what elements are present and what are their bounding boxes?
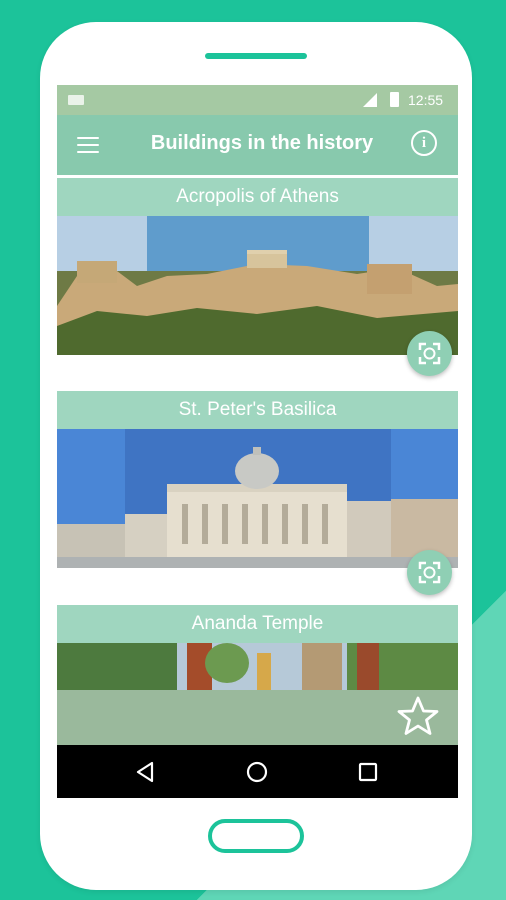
app-toolbar: Buildings in the history i bbox=[57, 115, 458, 175]
status-bar: 12:55 bbox=[57, 85, 458, 115]
system-nav-bar bbox=[57, 745, 458, 798]
building-card-acropolis[interactable]: Acropolis of Athens bbox=[57, 178, 458, 376]
card-title: Ananda Temple bbox=[57, 605, 458, 643]
phone-speaker bbox=[205, 53, 307, 59]
signal-icon bbox=[363, 93, 377, 107]
ananda-temple-image bbox=[57, 643, 458, 690]
card-title: St. Peter's Basilica bbox=[57, 391, 458, 429]
circle-home-icon[interactable] bbox=[244, 759, 270, 785]
fullscreen-button[interactable] bbox=[407, 550, 452, 595]
app-screen: 12:55 Buildings in the history i Acropol… bbox=[57, 85, 458, 798]
fullscreen-button[interactable] bbox=[407, 331, 452, 376]
building-card-st-peters[interactable]: St. Peter's Basilica bbox=[57, 391, 458, 595]
bottom-action-bar bbox=[57, 690, 458, 745]
notification-icon bbox=[68, 95, 84, 105]
hamburger-menu-icon[interactable] bbox=[77, 137, 99, 153]
acropolis-image bbox=[57, 216, 458, 355]
phone-home-button bbox=[208, 819, 304, 853]
status-time: 12:55 bbox=[408, 92, 444, 108]
building-card-ananda[interactable]: Ananda Temple bbox=[57, 605, 458, 690]
fullscreen-corners-icon bbox=[418, 342, 441, 365]
info-icon[interactable]: i bbox=[411, 130, 437, 156]
fullscreen-corners-icon bbox=[418, 561, 441, 584]
star-outline-icon[interactable] bbox=[396, 695, 440, 739]
st-peters-basilica-image bbox=[57, 429, 458, 568]
square-recents-icon[interactable] bbox=[355, 759, 381, 785]
triangle-back-icon[interactable] bbox=[133, 759, 159, 785]
card-title: Acropolis of Athens bbox=[57, 178, 458, 216]
page-title: Buildings in the history bbox=[150, 132, 374, 154]
battery-icon bbox=[390, 92, 399, 107]
